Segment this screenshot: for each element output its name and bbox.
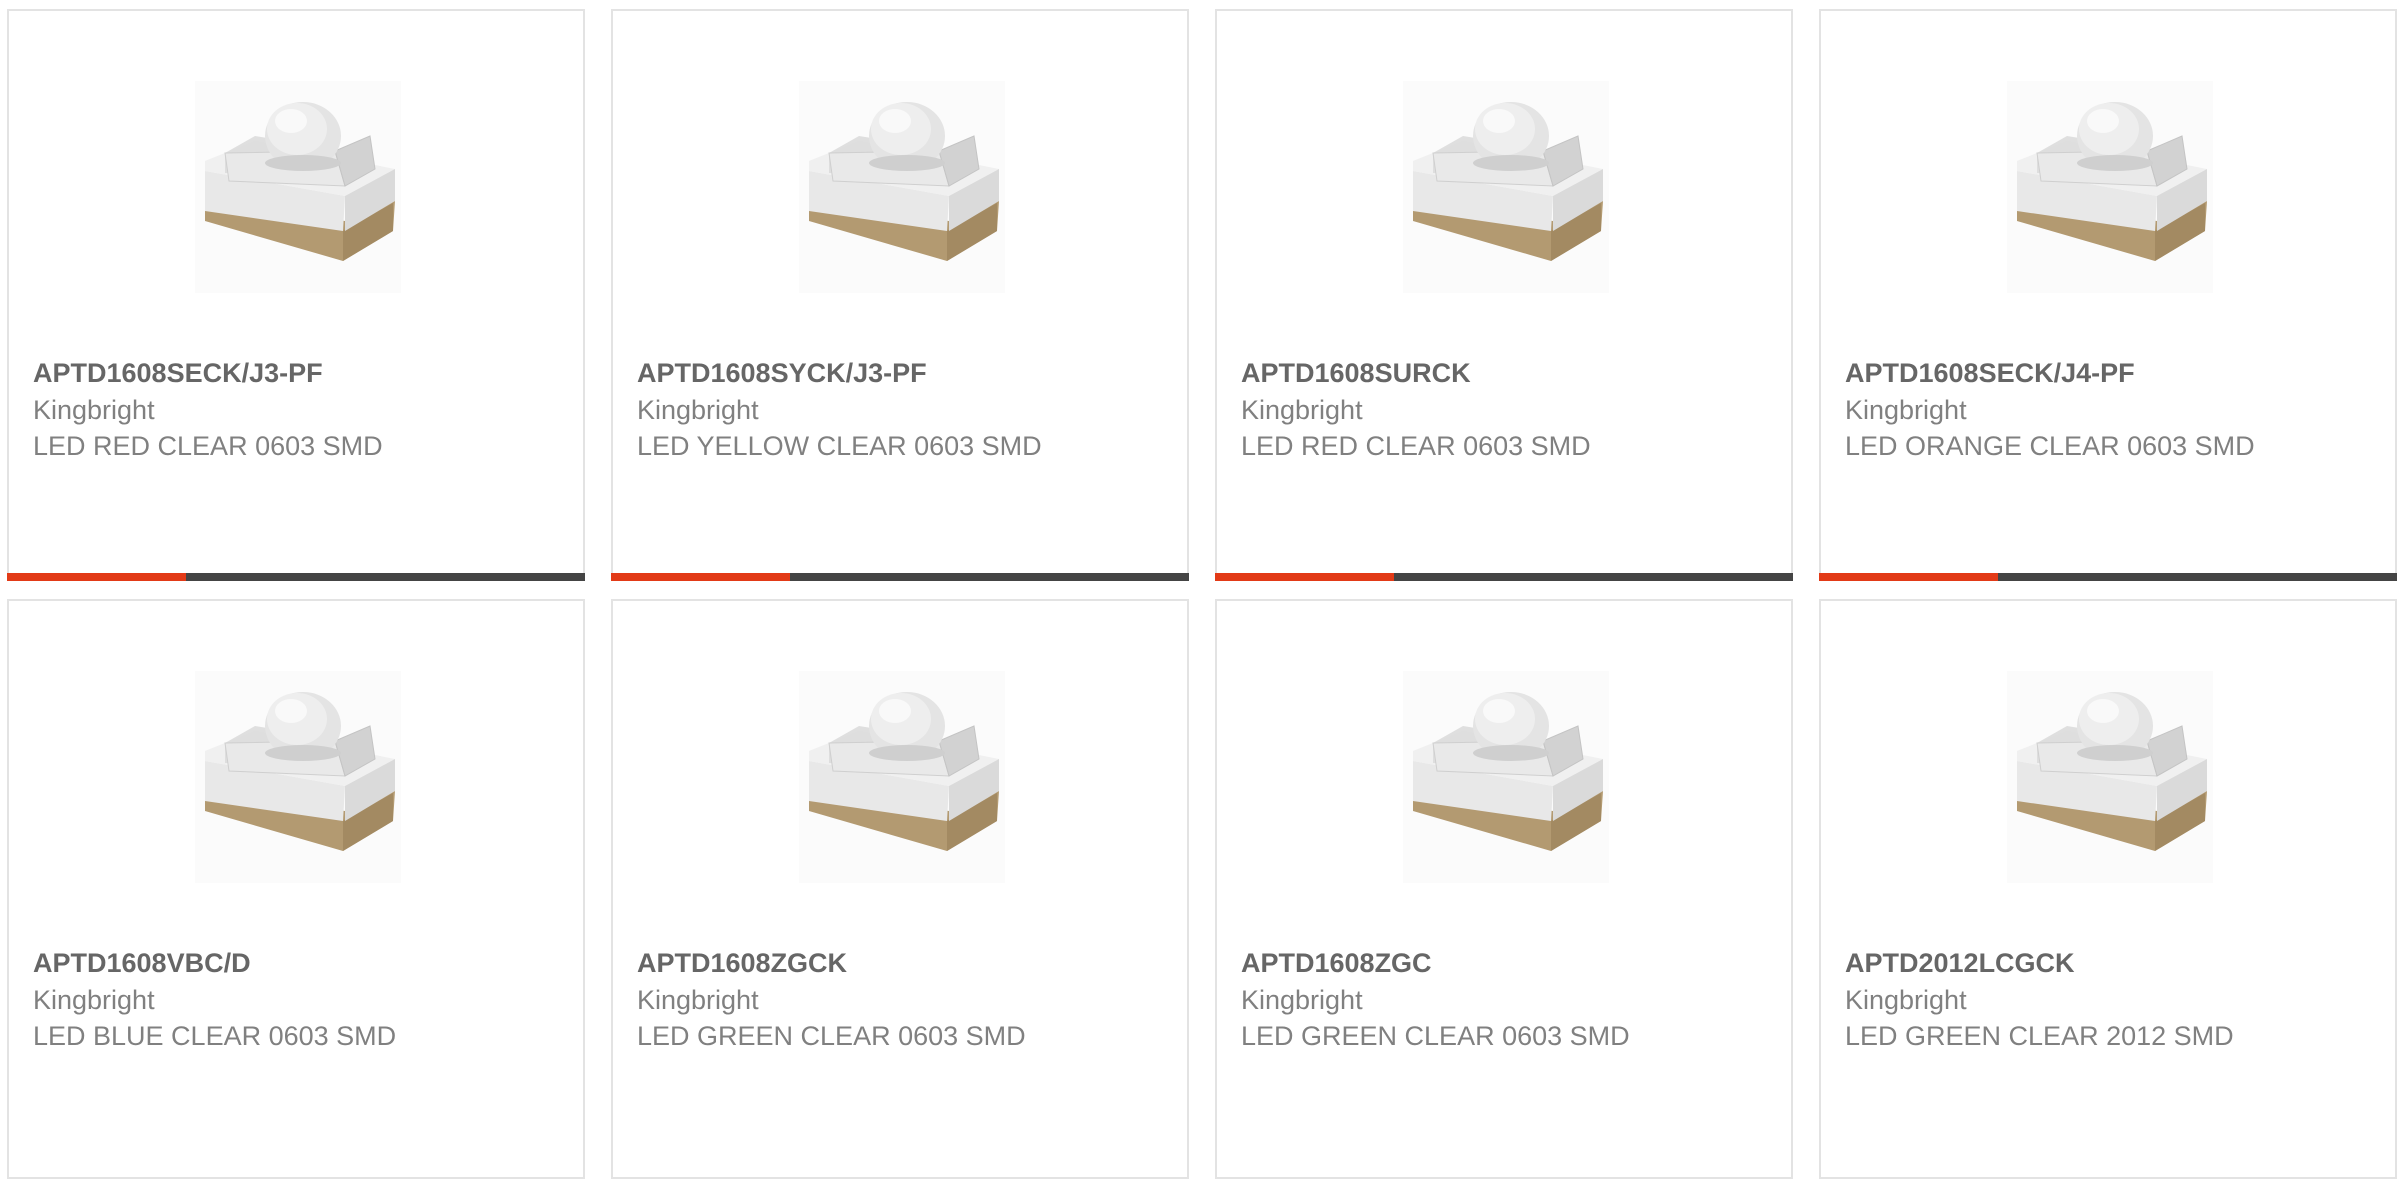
smd-led-package-image: [195, 671, 401, 883]
product-image[interactable]: [2007, 81, 2213, 293]
smd-led-package-image: [1403, 671, 1609, 883]
manufacturer-name: Kingbright: [637, 395, 759, 425]
product-card[interactable]: APTD1608SECK/J4-PF Kingbright LED ORANGE C…: [1819, 9, 2397, 581]
product-info: APTD1608ZGCK Kingbright LED GREEN CLEAR 06…: [637, 945, 1057, 1054]
progress-bar-fill: [1215, 573, 1395, 581]
manufacturer-name: Kingbright: [637, 985, 759, 1015]
product-card[interactable]: APTD1608SURCK Kingbright LED RED CLEAR 060…: [1215, 9, 1793, 581]
smd-led-package-image: [799, 81, 1005, 293]
product-info: APTD1608SYCK/J3-PF Kingbright LED YELLOW C…: [637, 355, 1057, 464]
product-image[interactable]: [195, 81, 401, 293]
part-number[interactable]: APTD1608SYCK/J3-PF: [637, 355, 1057, 392]
product-description: LED RED CLEAR 0603 SMD: [1241, 431, 1591, 461]
smd-led-package-image: [2007, 671, 2213, 883]
manufacturer-name: Kingbright: [1845, 395, 1967, 425]
product-info: APTD2012LCGCK Kingbright LED GREEN CLEAR 2…: [1845, 945, 2265, 1054]
manufacturer-name: Kingbright: [1845, 985, 1967, 1015]
product-description: LED BLUE CLEAR 0603 SMD: [33, 1021, 397, 1051]
product-image[interactable]: [799, 81, 1005, 293]
product-description: LED YELLOW CLEAR 0603 SMD: [637, 431, 1042, 461]
manufacturer-name: Kingbright: [1241, 395, 1363, 425]
product-description: LED GREEN CLEAR 2012 SMD: [1845, 1021, 2234, 1051]
progress-bar-fill: [611, 573, 791, 581]
smd-led-package-image: [2007, 81, 2213, 293]
product-info: APTD1608SECK/J4-PF Kingbright LED ORANGE C…: [1845, 355, 2265, 464]
product-image[interactable]: [195, 671, 401, 883]
card-progress-bar: [1215, 573, 1793, 581]
part-number[interactable]: APTD1608SECK/J3-PF: [33, 355, 453, 392]
progress-bar-fill: [1819, 573, 1999, 581]
product-info: APTD1608SURCK Kingbright LED RED CLEAR 060…: [1241, 355, 1661, 464]
part-number[interactable]: APTD1608ZGCK: [637, 945, 1057, 982]
smd-led-package-image: [799, 671, 1005, 883]
product-info: APTD1608SECK/J3-PF Kingbright LED RED CLEA…: [33, 355, 453, 464]
part-number[interactable]: APTD1608SURCK: [1241, 355, 1661, 392]
card-progress-bar: [7, 573, 585, 581]
part-number[interactable]: APTD1608VBC/D: [33, 945, 453, 982]
product-info: APTD1608VBC/D Kingbright LED BLUE CLEAR 06…: [33, 945, 453, 1054]
product-info: APTD1608ZGC Kingbright LED GREEN CLEAR 060…: [1241, 945, 1661, 1054]
product-image[interactable]: [799, 671, 1005, 883]
part-number[interactable]: APTD1608SECK/J4-PF: [1845, 355, 2265, 392]
product-image[interactable]: [1403, 81, 1609, 293]
product-grid: APTD1608SECK/J3-PF Kingbright LED RED CLEA…: [0, 0, 2400, 1179]
smd-led-package-image: [1403, 81, 1609, 293]
product-card[interactable]: APTD2012LCGCK Kingbright LED GREEN CLEAR 2…: [1819, 599, 2397, 1179]
card-progress-bar: [1819, 573, 2397, 581]
manufacturer-name: Kingbright: [33, 395, 155, 425]
product-description: LED GREEN CLEAR 0603 SMD: [1241, 1021, 1630, 1051]
progress-bar-fill: [7, 573, 187, 581]
product-description: LED RED CLEAR 0603 SMD: [33, 431, 383, 461]
product-card[interactable]: APTD1608ZGCK Kingbright LED GREEN CLEAR 06…: [611, 599, 1189, 1179]
product-card[interactable]: APTD1608SECK/J3-PF Kingbright LED RED CLEA…: [7, 9, 585, 581]
part-number[interactable]: APTD1608ZGC: [1241, 945, 1661, 982]
product-image[interactable]: [1403, 671, 1609, 883]
product-description: LED GREEN CLEAR 0603 SMD: [637, 1021, 1026, 1051]
smd-led-package-image: [195, 81, 401, 293]
manufacturer-name: Kingbright: [1241, 985, 1363, 1015]
product-card[interactable]: APTD1608VBC/D Kingbright LED BLUE CLEAR 06…: [7, 599, 585, 1179]
card-progress-bar: [611, 573, 1189, 581]
manufacturer-name: Kingbright: [33, 985, 155, 1015]
product-image[interactable]: [2007, 671, 2213, 883]
product-card[interactable]: APTD1608SYCK/J3-PF Kingbright LED YELLOW C…: [611, 9, 1189, 581]
product-card[interactable]: APTD1608ZGC Kingbright LED GREEN CLEAR 060…: [1215, 599, 1793, 1179]
product-description: LED ORANGE CLEAR 0603 SMD: [1845, 431, 2255, 461]
part-number[interactable]: APTD2012LCGCK: [1845, 945, 2265, 982]
